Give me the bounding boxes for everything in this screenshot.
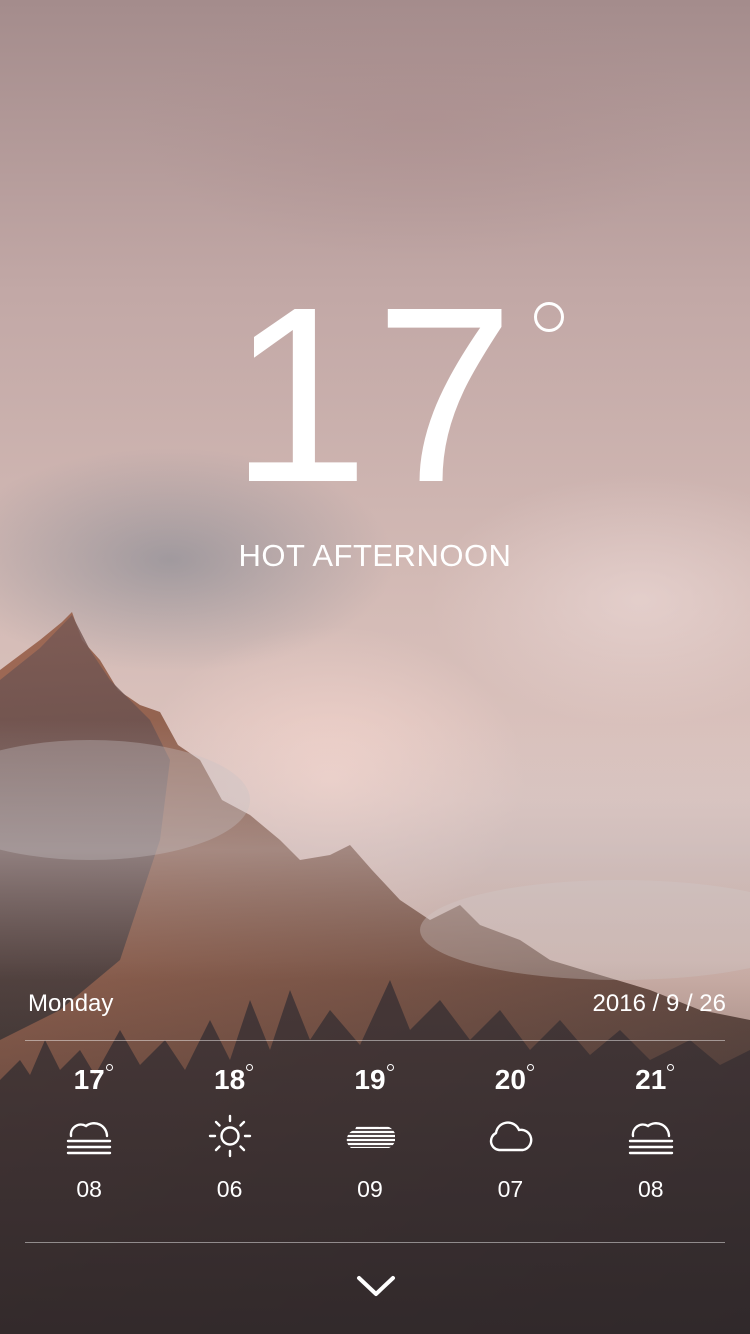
fog-icon: [628, 1122, 673, 1155]
forecast-temperature: 21: [635, 1064, 675, 1095]
forecast-temperature: 19: [354, 1064, 394, 1095]
fog-icon: [66, 1122, 112, 1155]
sun-icon: [208, 1114, 251, 1158]
degree-symbol: [667, 1064, 675, 1071]
chevron-down-icon[interactable]: [355, 1272, 397, 1300]
degree-symbol: [386, 1064, 394, 1071]
date-label: 2016 / 9 / 26: [592, 990, 726, 1017]
cloud-icon: [490, 1121, 533, 1152]
divider-bottom: [25, 1242, 725, 1243]
forecast-item[interactable]: 18 06: [159, 1064, 299, 1203]
haze-icon: [346, 1126, 395, 1148]
divider-top: [25, 1040, 725, 1041]
current-temperature-value: 17: [229, 255, 521, 534]
forecast-value: 08: [637, 1176, 664, 1202]
forecast-value: 06: [216, 1176, 243, 1202]
weather-condition: HOT AFTERNOON: [238, 538, 512, 573]
forecast-row: 17 08 18 06 19 09 20 07 21 08: [19, 1064, 731, 1203]
forecast-value: 09: [357, 1176, 383, 1202]
degree-symbol: [526, 1064, 534, 1071]
degree-symbol: [105, 1064, 113, 1071]
forecast-temperature-value: 17: [73, 1064, 105, 1095]
day-label: Monday: [28, 990, 114, 1017]
current-temperature: 17: [230, 270, 565, 520]
forecast-value: 07: [497, 1176, 524, 1202]
forecast-temperature: 18: [214, 1064, 254, 1095]
forecast-temperature-value: 21: [635, 1064, 667, 1095]
forecast-value: 08: [76, 1176, 102, 1202]
current-weather: 17 HOT AFTERNOON: [0, 270, 750, 574]
forecast-temperature: 20: [494, 1064, 534, 1095]
forecast-temperature: 17: [73, 1064, 113, 1095]
forecast-item[interactable]: 20 07: [440, 1064, 580, 1203]
forecast-temperature-value: 19: [354, 1064, 386, 1095]
degree-symbol: [246, 1064, 254, 1071]
forecast-temperature-value: 20: [494, 1064, 526, 1095]
forecast-temperature-value: 18: [214, 1064, 246, 1095]
degree-symbol: [534, 302, 565, 332]
forecast-item[interactable]: 19 09: [300, 1064, 440, 1203]
date-bar: Monday 2016 / 9 / 26: [28, 990, 726, 1018]
forecast-item[interactable]: 17 08: [19, 1064, 159, 1203]
forecast-item[interactable]: 21 08: [581, 1064, 721, 1203]
